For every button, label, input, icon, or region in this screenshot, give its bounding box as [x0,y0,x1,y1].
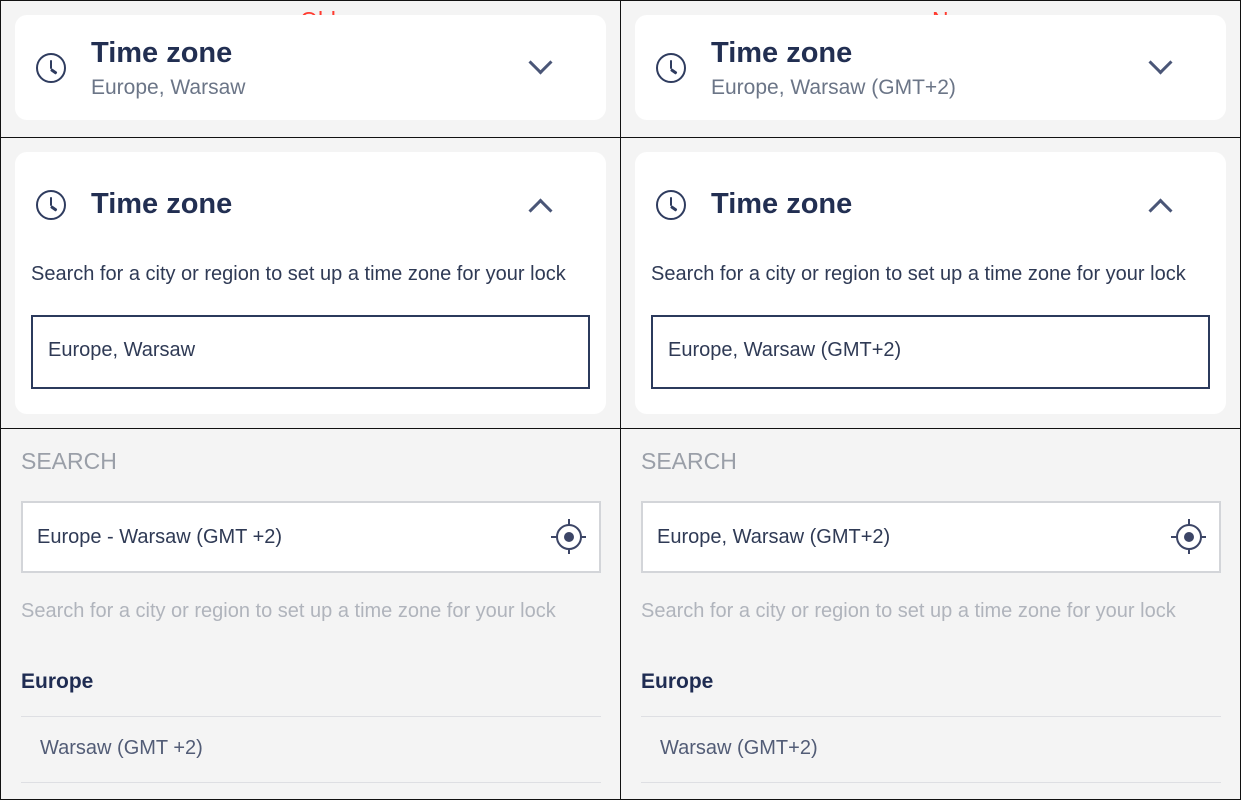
grid-divider-vertical [620,0,621,800]
locate-icon[interactable] [551,519,586,554]
search-heading: SEARCH [641,448,737,474]
new-timezone-card-expanded: Time zone Search for a city or region to… [635,152,1226,414]
timezone-field[interactable]: Europe, Warsaw [31,315,590,389]
timezone-field[interactable]: Europe, Warsaw (GMT+2) [651,315,1210,389]
group-header-europe: Europe [641,670,714,693]
card-value: Europe, Warsaw [91,76,246,99]
chevron-down-icon[interactable] [1148,50,1173,75]
grid-divider-row2 [0,428,1241,429]
comparison-screen: { "columns": [ { "label": "Old", "collap… [0,0,1241,800]
clock-icon [36,53,66,83]
timezone-description: Search for a city or region to set up a … [31,263,566,285]
search-heading: SEARCH [21,448,117,474]
group-header-europe: Europe [21,670,94,693]
divider [641,782,1221,783]
divider [21,782,601,783]
divider [21,716,601,717]
clock-icon [656,53,686,83]
new-timezone-card-collapsed[interactable]: Time zone Europe, Warsaw (GMT+2) [635,15,1226,120]
list-item-warsaw[interactable]: Warsaw (GMT +2) [40,737,203,760]
chevron-up-icon[interactable] [528,198,553,223]
old-timezone-card-collapsed[interactable]: Time zone Europe, Warsaw [15,15,606,120]
card-value: Europe, Warsaw (GMT+2) [711,76,956,99]
locate-icon[interactable] [1171,519,1206,554]
search-hint: Search for a city or region to set up a … [21,600,556,622]
clock-icon [656,190,686,220]
clock-icon [36,190,66,220]
divider [641,716,1221,717]
old-timezone-card-expanded: Time zone Search for a city or region to… [15,152,606,414]
old-search-input[interactable]: Europe - Warsaw (GMT +2) [21,501,601,573]
card-title: Time zone [711,37,853,69]
timezone-field-value: Europe, Warsaw [48,339,196,361]
card-title: Time zone [711,188,853,220]
card-title: Time zone [91,188,233,220]
search-input-value: Europe, Warsaw (GMT+2) [657,526,891,548]
list-item-warsaw[interactable]: Warsaw (GMT+2) [660,737,818,760]
search-input-value: Europe - Warsaw (GMT +2) [37,526,283,548]
chevron-down-icon[interactable] [528,50,553,75]
new-search-input[interactable]: Europe, Warsaw (GMT+2) [641,501,1221,573]
chevron-up-icon[interactable] [1148,198,1173,223]
grid-border-left [0,0,1,800]
timezone-description: Search for a city or region to set up a … [651,263,1186,285]
timezone-field-value: Europe, Warsaw (GMT+2) [668,339,902,361]
search-hint: Search for a city or region to set up a … [641,600,1176,622]
grid-divider-row1 [0,137,1241,138]
card-title: Time zone [91,37,233,69]
